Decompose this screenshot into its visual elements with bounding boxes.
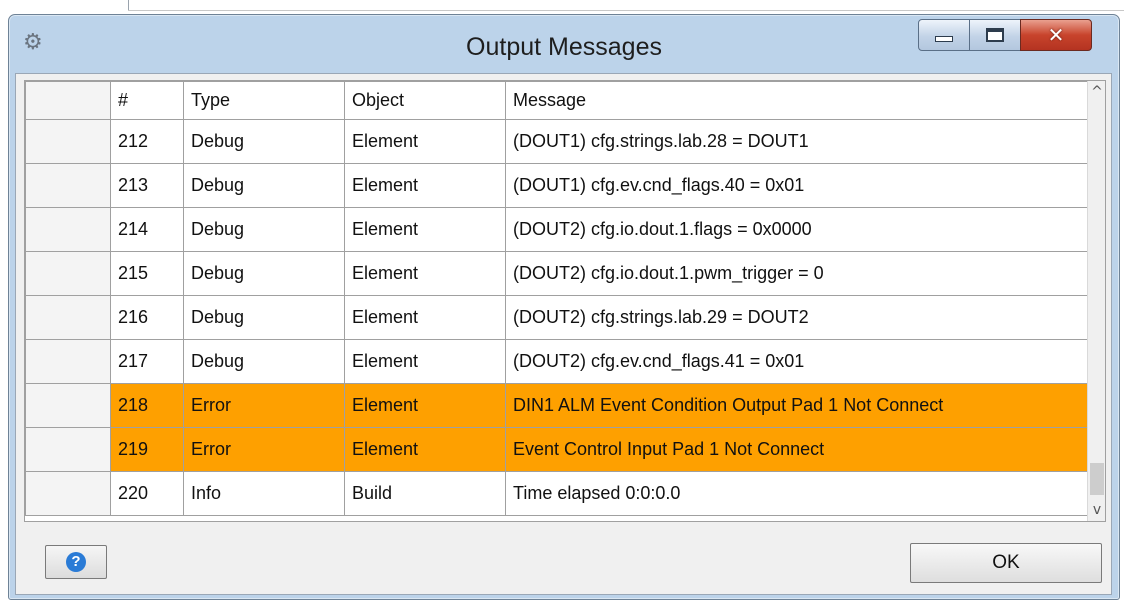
- vertical-scrollbar[interactable]: ^ v: [1087, 81, 1105, 521]
- cell-object[interactable]: Element: [344, 251, 506, 296]
- messages-table: # Type Object Message 212 Debug Element (DO…: [25, 81, 1094, 516]
- minimize-button[interactable]: [918, 19, 970, 51]
- row-header[interactable]: [25, 207, 111, 252]
- row-header[interactable]: [25, 251, 111, 296]
- output-messages-dialog: ⚙ Output Messages ✕ # Type Object Messag…: [8, 14, 1120, 600]
- cell-num[interactable]: 218: [110, 383, 184, 428]
- cell-num[interactable]: 216: [110, 295, 184, 340]
- cell-object[interactable]: Element: [344, 427, 506, 472]
- cell-num[interactable]: 215: [110, 251, 184, 296]
- cell-message[interactable]: (DOUT1) cfg.strings.lab.28 = DOUT1: [505, 119, 1094, 164]
- column-header-num[interactable]: #: [110, 81, 184, 120]
- header-row: # Type Object Message: [25, 81, 1094, 120]
- close-button[interactable]: ✕: [1020, 19, 1092, 51]
- scroll-thumb[interactable]: [1090, 463, 1104, 495]
- row-header[interactable]: [25, 427, 111, 472]
- cell-type[interactable]: Debug: [183, 119, 345, 164]
- cell-type[interactable]: Debug: [183, 295, 345, 340]
- cell-message[interactable]: (DOUT2) cfg.ev.cnd_flags.41 = 0x01: [505, 339, 1094, 384]
- scroll-up-arrow-icon[interactable]: ^: [1088, 81, 1105, 103]
- cell-object[interactable]: Element: [344, 207, 506, 252]
- cell-num[interactable]: 219: [110, 427, 184, 472]
- maximize-button[interactable]: [969, 19, 1021, 51]
- scroll-down-arrow-icon[interactable]: v: [1088, 499, 1105, 521]
- help-button[interactable]: ?: [45, 545, 107, 579]
- column-header-type[interactable]: Type: [183, 81, 345, 120]
- cell-type[interactable]: Debug: [183, 163, 345, 208]
- cell-message[interactable]: (DOUT2) cfg.strings.lab.29 = DOUT2: [505, 295, 1094, 340]
- cell-message[interactable]: DIN1 ALM Event Condition Output Pad 1 No…: [505, 383, 1094, 428]
- table-row[interactable]: 219 Error Element Event Control Input Pad 1…: [25, 427, 1094, 472]
- cell-object[interactable]: Element: [344, 119, 506, 164]
- cell-type[interactable]: Debug: [183, 339, 345, 384]
- background-tick: [128, 0, 129, 10]
- cell-message[interactable]: (DOUT2) cfg.io.dout.1.flags = 0x0000: [505, 207, 1094, 252]
- row-header[interactable]: [25, 383, 111, 428]
- cell-num[interactable]: 214: [110, 207, 184, 252]
- cell-type[interactable]: Info: [183, 471, 345, 516]
- cell-object[interactable]: Element: [344, 339, 506, 384]
- table-row[interactable]: 212 Debug Element (DOUT1) cfg.strings.lab.2…: [25, 119, 1094, 164]
- help-icon: ?: [66, 552, 86, 572]
- row-header[interactable]: [25, 295, 111, 340]
- cell-message[interactable]: (DOUT2) cfg.io.dout.1.pwm_trigger = 0: [505, 251, 1094, 296]
- table-row[interactable]: 218 Error Element DIN1 ALM Event Condition …: [25, 383, 1094, 428]
- row-header[interactable]: [25, 119, 111, 164]
- minimize-icon: [935, 36, 953, 42]
- cell-message[interactable]: (DOUT1) cfg.ev.cnd_flags.40 = 0x01: [505, 163, 1094, 208]
- table-row[interactable]: 217 Debug Element (DOUT2) cfg.ev.cnd_flags.…: [25, 339, 1094, 384]
- background-divider: [128, 10, 1124, 11]
- row-header-corner[interactable]: [25, 81, 111, 120]
- ok-button[interactable]: OK: [910, 543, 1102, 583]
- cell-num[interactable]: 217: [110, 339, 184, 384]
- dialog-content: # Type Object Message 212 Debug Element (DO…: [15, 73, 1112, 595]
- cell-type[interactable]: Debug: [183, 207, 345, 252]
- cell-message[interactable]: Event Control Input Pad 1 Not Connect: [505, 427, 1094, 472]
- cell-type[interactable]: Error: [183, 383, 345, 428]
- cell-type[interactable]: Debug: [183, 251, 345, 296]
- cell-object[interactable]: Element: [344, 295, 506, 340]
- cell-num[interactable]: 220: [110, 471, 184, 516]
- title-bar[interactable]: ⚙ Output Messages ✕: [9, 15, 1119, 73]
- table-row[interactable]: 216 Debug Element (DOUT2) cfg.strings.lab.2…: [25, 295, 1094, 340]
- column-header-message[interactable]: Message: [505, 81, 1094, 120]
- cell-object[interactable]: Element: [344, 383, 506, 428]
- cell-num[interactable]: 212: [110, 119, 184, 164]
- table-row[interactable]: 214 Debug Element (DOUT2) cfg.io.dout.1.fla…: [25, 207, 1094, 252]
- close-icon: ✕: [1047, 23, 1065, 47]
- cell-num[interactable]: 213: [110, 163, 184, 208]
- column-header-object[interactable]: Object: [344, 81, 506, 120]
- table-row[interactable]: 215 Debug Element (DOUT2) cfg.io.dout.1.pwm…: [25, 251, 1094, 296]
- maximize-icon: [986, 28, 1004, 42]
- table-row[interactable]: 220 Info Build Time elapsed 0:0:0.0: [25, 471, 1094, 516]
- cell-object[interactable]: Build: [344, 471, 506, 516]
- table-row[interactable]: 213 Debug Element (DOUT1) cfg.ev.cnd_flags.…: [25, 163, 1094, 208]
- row-header[interactable]: [25, 163, 111, 208]
- row-header[interactable]: [25, 339, 111, 384]
- cell-message[interactable]: Time elapsed 0:0:0.0: [505, 471, 1094, 516]
- cell-object[interactable]: Element: [344, 163, 506, 208]
- row-header[interactable]: [25, 471, 111, 516]
- cell-type[interactable]: Error: [183, 427, 345, 472]
- messages-grid[interactable]: # Type Object Message 212 Debug Element (DO…: [24, 80, 1106, 522]
